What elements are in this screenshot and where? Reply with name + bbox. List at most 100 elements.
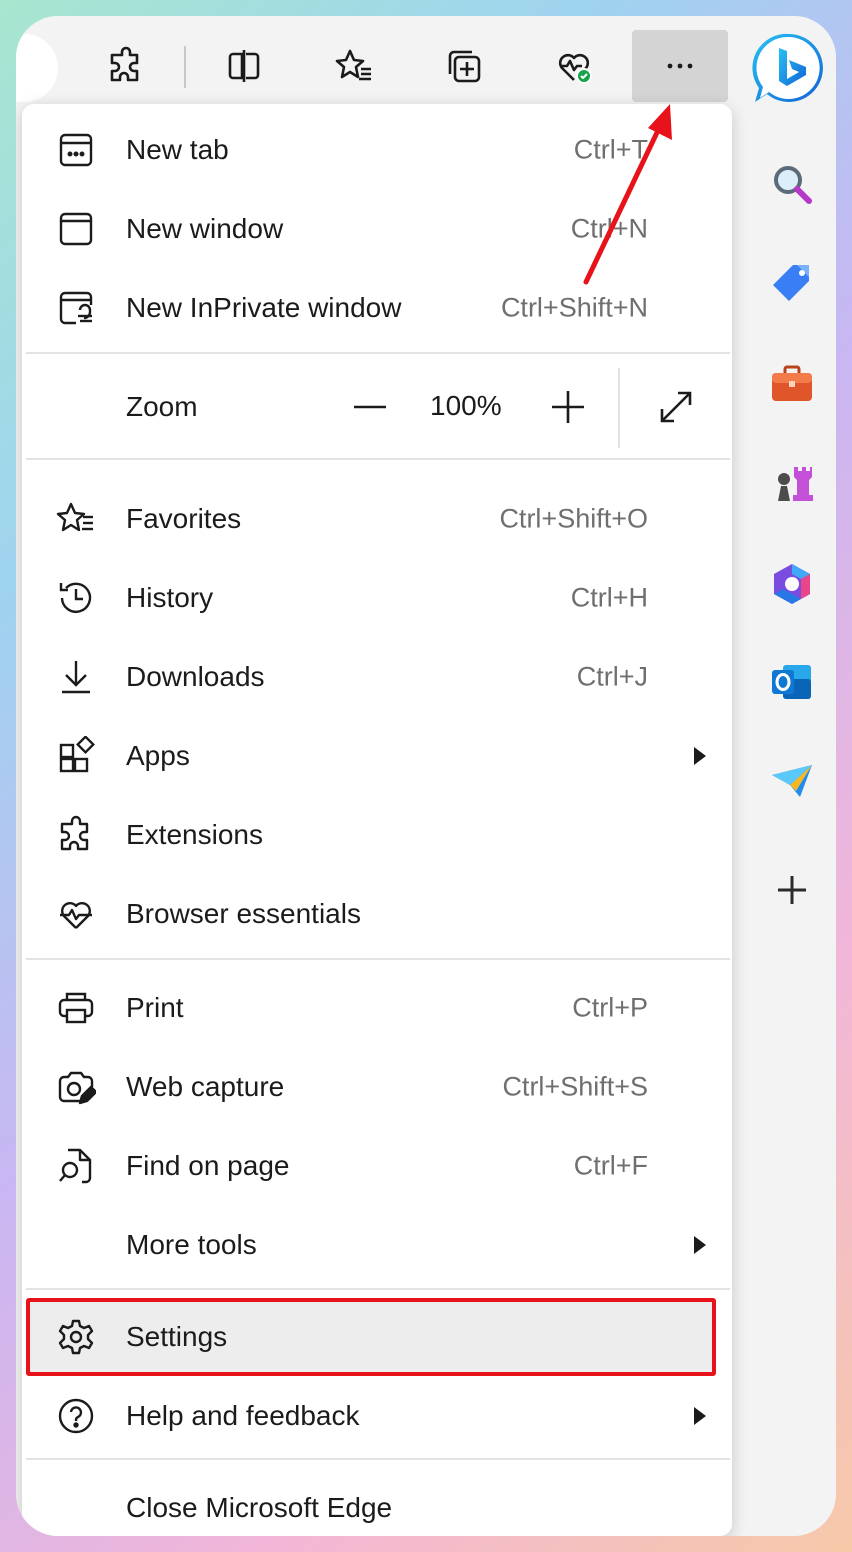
settings-and-more-menu: New tab Ctrl+T New window Ctrl+N New InP…	[22, 104, 732, 1536]
zoom-in-button[interactable]	[538, 377, 598, 437]
history-icon	[54, 576, 98, 620]
menu-label: More tools	[126, 1229, 257, 1260]
full-screen-icon	[660, 391, 692, 423]
menu-label: Favorites	[126, 503, 242, 534]
apps-icon	[54, 734, 98, 778]
zoom-out-button[interactable]	[340, 377, 400, 437]
menu-item-new-window[interactable]: New window Ctrl+N	[22, 191, 732, 267]
menu-label: New tab	[126, 134, 229, 165]
sidebar-search-button[interactable]	[766, 158, 818, 210]
menu-shortcut: Ctrl+Shift+S	[502, 1071, 648, 1102]
menu-item-settings[interactable]: Settings	[26, 1298, 716, 1376]
favorites-button[interactable]	[306, 30, 402, 102]
new-window-icon	[54, 207, 98, 251]
collections-button[interactable]	[416, 30, 512, 102]
menu-item-zoom: Zoom 100%	[22, 366, 732, 448]
menu-item-web-capture[interactable]: Web capture Ctrl+Shift+S	[22, 1049, 732, 1125]
menu-label: New InPrivate window	[126, 292, 402, 323]
menu-item-new-inprivate-window[interactable]: New InPrivate window Ctrl+Shift+N	[22, 270, 732, 346]
favorites-icon	[54, 497, 98, 541]
outlook-icon	[772, 665, 811, 699]
find-on-page-icon	[54, 1144, 98, 1188]
print-icon	[54, 986, 98, 1030]
menu-item-apps[interactable]: Apps	[22, 718, 732, 794]
menu-shortcut: Ctrl+P	[572, 992, 648, 1023]
zoom-value: 100%	[430, 390, 502, 421]
sidebar-drop-button[interactable]	[766, 756, 818, 808]
menu-item-extensions[interactable]: Extensions	[22, 797, 732, 873]
extensions-button[interactable]	[78, 30, 174, 102]
menu-item-favorites[interactable]: Favorites Ctrl+Shift+O	[22, 481, 732, 557]
bing-icon	[752, 33, 823, 102]
submenu-arrow-icon	[694, 1407, 706, 1425]
browser-window: New tab Ctrl+T New window Ctrl+N New InP…	[16, 16, 836, 1536]
new-tab-icon	[54, 128, 98, 172]
games-icon	[778, 467, 813, 501]
menu-item-print[interactable]: Print Ctrl+P	[22, 970, 732, 1046]
menu-item-downloads[interactable]: Downloads Ctrl+J	[22, 639, 732, 715]
minus-icon	[354, 405, 386, 409]
menu-item-history[interactable]: History Ctrl+H	[22, 560, 732, 636]
menu-label: Close Microsoft Edge	[126, 1492, 393, 1523]
menu-label: Downloads	[126, 661, 265, 692]
browser-essentials-icon	[54, 892, 98, 936]
bing-copilot-button[interactable]	[750, 30, 828, 108]
menu-label: Settings	[126, 1321, 228, 1352]
menu-label: Browser essentials	[126, 898, 361, 929]
menu-shortcut: Ctrl+N	[570, 213, 648, 244]
settings-and-more-button[interactable]	[632, 30, 728, 102]
menu-item-find-on-page[interactable]: Find on page Ctrl+F	[22, 1128, 732, 1204]
menu-item-help-and-feedback[interactable]: Help and feedback	[22, 1378, 732, 1454]
menu-shortcut: Ctrl+F	[573, 1150, 648, 1181]
menu-divider	[26, 1288, 730, 1290]
menu-label: History	[126, 582, 214, 613]
menu-label: Apps	[126, 740, 190, 771]
gear-icon	[54, 1315, 98, 1359]
split-screen-icon	[228, 50, 260, 82]
edge-sidebar	[748, 116, 836, 1536]
search-icon	[774, 166, 812, 204]
sidebar-m365-button[interactable]	[766, 558, 818, 610]
menu-item-new-tab[interactable]: New tab Ctrl+T	[22, 112, 732, 188]
submenu-arrow-icon	[694, 1236, 706, 1254]
full-screen-button[interactable]	[646, 377, 706, 437]
extensions-icon	[110, 46, 139, 82]
menu-label: Print	[126, 992, 184, 1023]
menu-item-close-edge[interactable]: Close Microsoft Edge	[22, 1470, 732, 1536]
download-icon	[54, 655, 98, 699]
browser-essentials-icon	[558, 53, 592, 84]
sidebar-outlook-button[interactable]	[766, 656, 818, 708]
menu-divider	[26, 958, 730, 960]
favorites-icon	[335, 49, 371, 81]
menu-label: Web capture	[126, 1071, 285, 1102]
inprivate-window-icon	[54, 286, 98, 330]
sidebar-tools-button[interactable]	[766, 358, 818, 410]
menu-label: Find on page	[126, 1150, 290, 1181]
browser-toolbar	[16, 16, 836, 116]
sidebar-games-button[interactable]	[766, 458, 818, 510]
split-screen-button[interactable]	[196, 30, 292, 102]
shopping-tag-icon	[773, 265, 809, 301]
menu-shortcut: Ctrl+J	[576, 661, 648, 692]
tools-icon	[772, 365, 812, 401]
menu-shortcut: Ctrl+Shift+N	[500, 292, 648, 323]
sidebar-shopping-button[interactable]	[766, 258, 818, 310]
help-icon	[54, 1394, 98, 1438]
menu-label: New window	[126, 213, 284, 244]
zoom-divider	[618, 368, 620, 448]
menu-divider	[26, 458, 730, 460]
menu-item-browser-essentials[interactable]: Browser essentials	[22, 876, 732, 952]
collections-icon	[448, 50, 481, 83]
zoom-label: Zoom	[126, 391, 198, 422]
menu-item-more-tools[interactable]: More tools	[22, 1207, 732, 1283]
address-bar[interactable]	[16, 34, 58, 102]
plus-icon	[552, 391, 584, 423]
menu-shortcut: Ctrl+Shift+O	[499, 503, 648, 534]
web-capture-icon	[54, 1065, 98, 1109]
sidebar-add-button[interactable]	[766, 864, 818, 916]
menu-divider	[26, 352, 730, 354]
submenu-arrow-icon	[694, 747, 706, 765]
browser-essentials-button[interactable]	[526, 30, 622, 102]
more-menu-icon	[667, 63, 693, 69]
menu-label: Extensions	[126, 819, 263, 850]
